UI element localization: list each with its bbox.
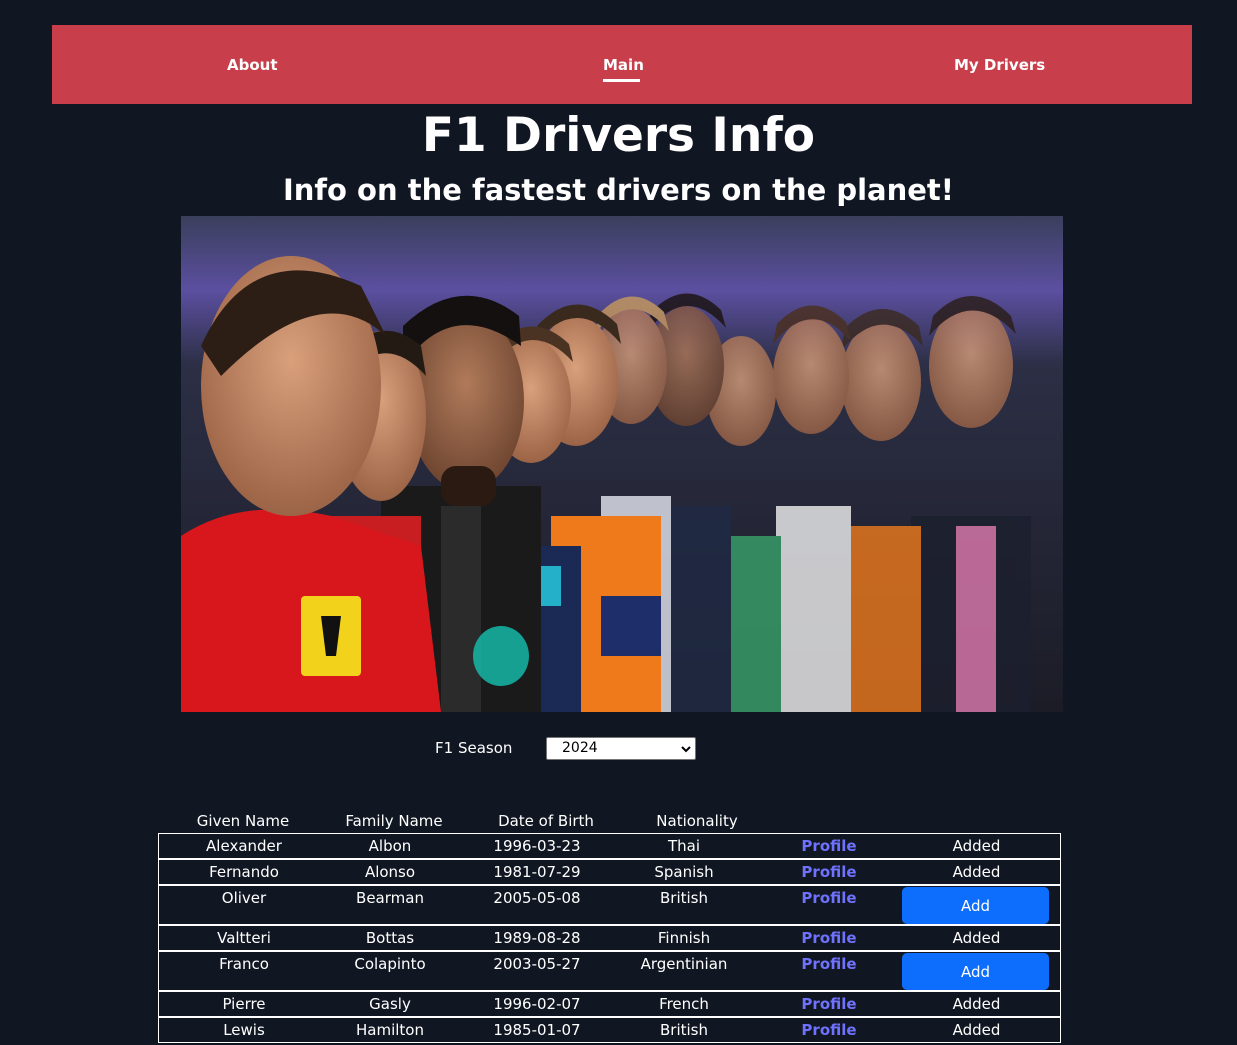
page-title: F1 Drivers Info [421, 108, 816, 163]
page-subtitle: Info on the fastest drivers on the plane… [282, 173, 955, 207]
dob-cell: 2003-05-27 [493, 955, 581, 973]
header-date-of-birth: Date of Birth [498, 812, 594, 830]
family-name-cell: Bearman [356, 889, 424, 907]
family-name-cell: Albon [368, 837, 412, 855]
family-name-cell: Gasly [369, 995, 411, 1013]
added-status: Added [952, 1021, 1001, 1039]
nav-my-drivers-link[interactable]: My Drivers [954, 56, 1045, 74]
profile-link[interactable]: Profile [779, 889, 879, 907]
drivers-table-header: Given Name Family Name Date of Birth Nat… [158, 812, 1062, 832]
profile-link[interactable]: Profile [779, 837, 879, 855]
profile-link[interactable]: Profile [779, 995, 879, 1013]
profile-link[interactable]: Profile [779, 929, 879, 947]
table-row: Lewis Hamilton 1985-01-07 British Profil… [158, 1017, 1061, 1043]
given-name-cell: Lewis [223, 1021, 265, 1039]
hero-drivers-photo [181, 216, 1063, 712]
given-name-cell: Pierre [222, 995, 266, 1013]
family-name-cell: Bottas [365, 929, 415, 947]
nationality-cell: Finnish [657, 929, 711, 947]
nav-main-link[interactable]: Main [603, 56, 644, 74]
top-nav: About Main My Drivers [52, 25, 1192, 104]
family-name-cell: Colapinto [354, 955, 426, 973]
header-family-name: Family Name [345, 812, 443, 830]
active-nav-indicator [603, 79, 640, 82]
table-row: Valtteri Bottas 1989-08-28 Finnish Profi… [158, 925, 1061, 951]
added-status: Added [952, 995, 1001, 1013]
profile-link[interactable]: Profile [779, 863, 879, 881]
family-name-cell: Alonso [364, 863, 416, 881]
given-name-cell: Alexander [206, 837, 282, 855]
table-row: Oliver Bearman 2005-05-08 British Profil… [158, 885, 1061, 925]
nationality-cell: French [659, 995, 709, 1013]
dob-cell: 1996-03-23 [493, 837, 581, 855]
table-row: Alexander Albon 1996-03-23 Thai Profile … [158, 833, 1061, 859]
added-status: Added [952, 929, 1001, 947]
season-select[interactable]: 2024 [546, 737, 696, 760]
table-row: Franco Colapinto 2003-05-27 Argentinian … [158, 951, 1061, 991]
dob-cell: 1981-07-29 [493, 863, 581, 881]
profile-link[interactable]: Profile [779, 1021, 879, 1039]
nationality-cell: Spanish [654, 863, 714, 881]
nationality-cell: British [660, 1021, 708, 1039]
added-status: Added [952, 863, 1001, 881]
dob-cell: 2005-05-08 [493, 889, 581, 907]
chevron-down-icon [681, 742, 691, 758]
add-driver-button[interactable]: Add [902, 887, 1049, 924]
dob-cell: 1996-02-07 [493, 995, 581, 1013]
nav-about-link[interactable]: About [227, 56, 278, 74]
nationality-cell: British [660, 889, 708, 907]
table-row: Fernando Alonso 1981-07-29 Spanish Profi… [158, 859, 1061, 885]
added-status: Added [952, 837, 1001, 855]
nationality-cell: Thai [667, 837, 701, 855]
dob-cell: 1989-08-28 [493, 929, 581, 947]
given-name-cell: Valtteri [217, 929, 271, 947]
nationality-cell: Argentinian [640, 955, 728, 973]
season-label: F1 Season [435, 739, 513, 757]
family-name-cell: Hamilton [356, 1021, 424, 1039]
given-name-cell: Fernando [209, 863, 279, 881]
header-nationality: Nationality [656, 812, 738, 830]
add-driver-button[interactable]: Add [902, 953, 1049, 990]
profile-link[interactable]: Profile [779, 955, 879, 973]
given-name-cell: Oliver [221, 889, 267, 907]
dob-cell: 1985-01-07 [493, 1021, 581, 1039]
table-row: Pierre Gasly 1996-02-07 French Profile A… [158, 991, 1061, 1017]
given-name-cell: Franco [219, 955, 269, 973]
season-selected-value: 2024 [562, 740, 598, 756]
header-given-name: Given Name [196, 812, 290, 830]
